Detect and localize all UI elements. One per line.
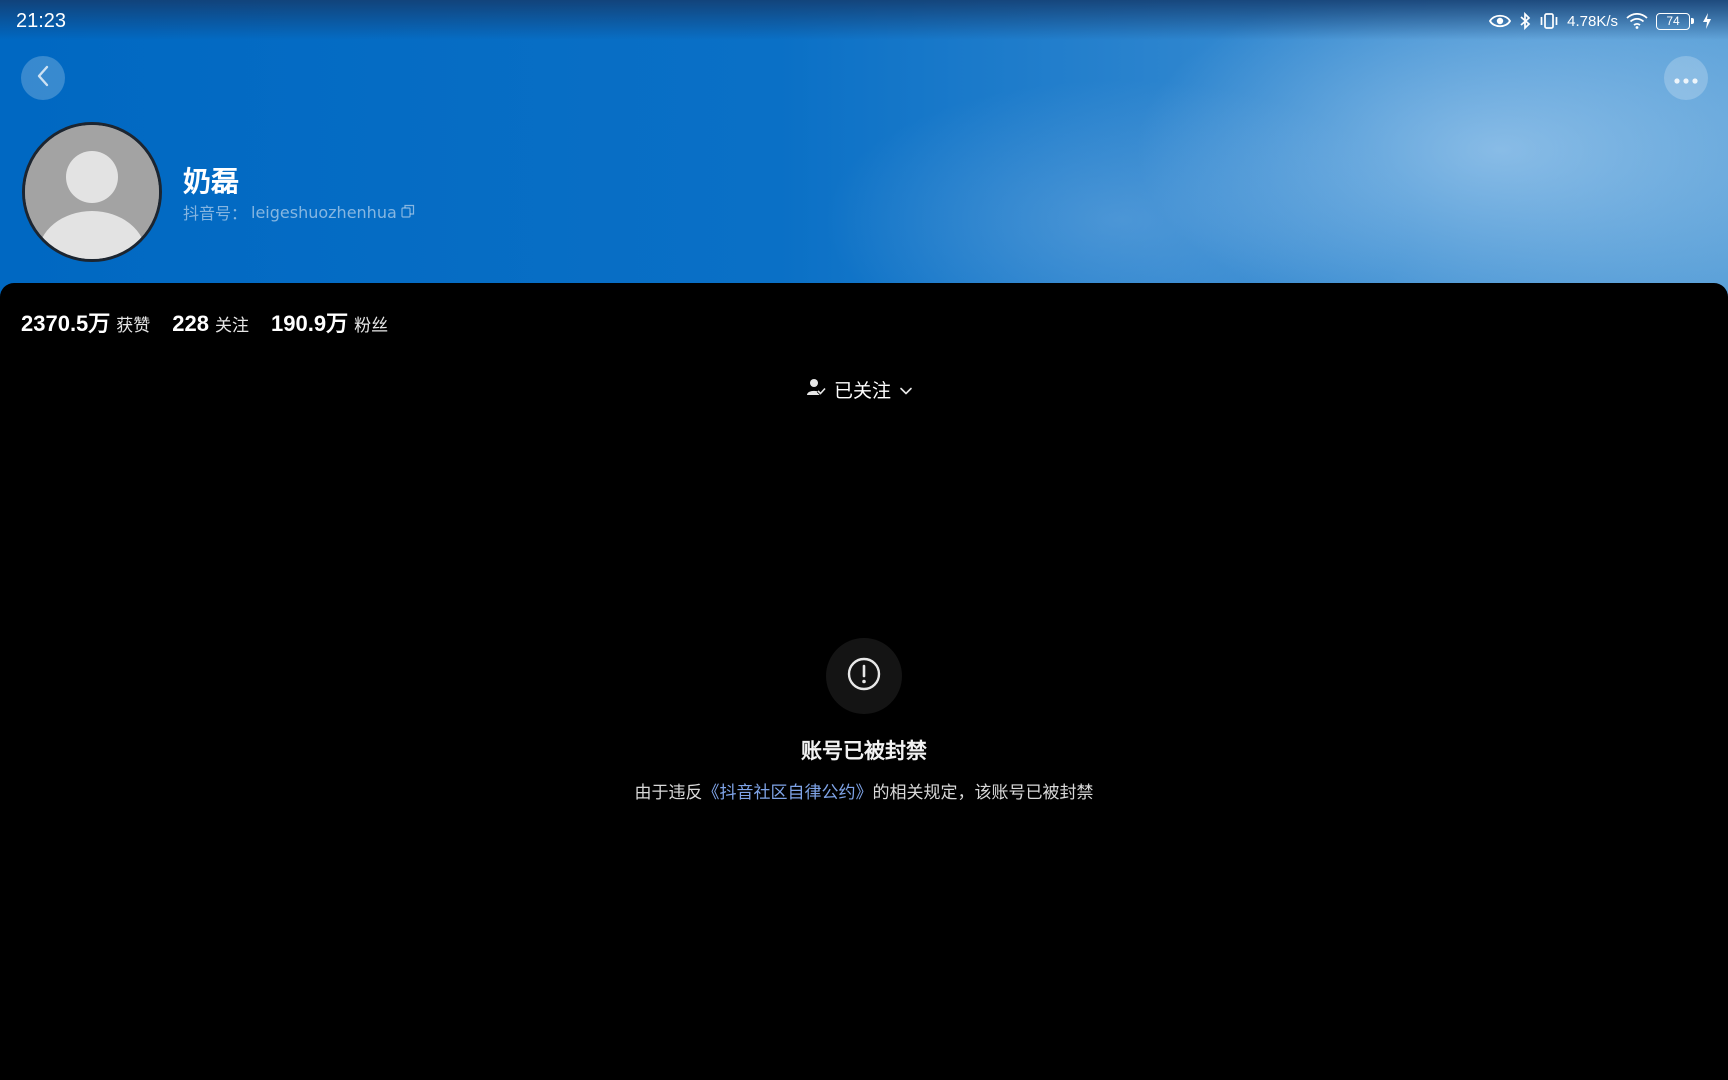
profile-stats: 2370.5万 获赞 228 关注 190.9万 粉丝 — [21, 306, 388, 338]
exclamation-circle-icon — [846, 656, 882, 696]
douyin-id-value: leigeshuozhenhua — [251, 202, 397, 222]
vibrate-icon — [1539, 12, 1559, 30]
user-check-icon — [806, 377, 827, 402]
more-button[interactable] — [1664, 56, 1708, 100]
ban-description: 由于违反《抖音社区自律公约》的相关规定，该账号已被封禁 — [0, 778, 1728, 803]
followed-label: 已关注 — [834, 380, 892, 402]
back-button[interactable] — [21, 56, 65, 100]
ban-title: 账号已被封禁 — [801, 739, 927, 763]
battery-level: 74 — [1666, 13, 1680, 28]
stat-following[interactable]: 228 关注 — [172, 311, 249, 337]
ban-desc-prefix: 由于违反 — [634, 783, 703, 803]
ban-desc-suffix: 的相关规定，该账号已被封禁 — [872, 783, 1094, 803]
stat-following-value: 228 — [172, 311, 210, 336]
stat-followers-value: 190.9万 — [271, 311, 349, 336]
wifi-icon — [1626, 13, 1648, 29]
community-guidelines-link[interactable]: 《抖音社区自律公约》 — [703, 783, 873, 803]
stat-likes-label: 获赞 — [116, 316, 151, 336]
stat-following-label: 关注 — [215, 316, 250, 336]
stat-followers[interactable]: 190.9万 粉丝 — [271, 306, 388, 338]
followed-dropdown-button[interactable]: 已关注 — [806, 376, 913, 403]
copy-icon[interactable] — [401, 203, 415, 222]
stat-likes: 2370.5万 获赞 — [21, 306, 150, 338]
ellipsis-icon — [1674, 69, 1698, 88]
default-avatar-icon — [25, 125, 159, 259]
profile-name: 奶磊 — [183, 165, 240, 198]
network-speed: 4.78K/s — [1567, 12, 1618, 30]
status-time: 21:23 — [16, 9, 67, 32]
stat-likes-value: 2370.5万 — [21, 311, 111, 336]
charging-icon — [1702, 13, 1712, 29]
bluetooth-icon — [1519, 12, 1531, 30]
chevron-down-icon — [899, 379, 913, 401]
douyin-id-label: 抖音号： — [183, 204, 248, 223]
douyin-id[interactable]: 抖音号： leigeshuozhenhua — [183, 200, 415, 224]
profile-header-background — [0, 0, 1728, 300]
status-bar: 21:23 4.78K/s 74 — [0, 0, 1728, 42]
stat-followers-label: 粉丝 — [354, 316, 389, 336]
eye-icon — [1489, 13, 1512, 29]
avatar[interactable] — [22, 122, 162, 262]
battery-icon: 74 — [1656, 12, 1694, 30]
status-icons: 4.78K/s 74 — [1489, 12, 1712, 30]
ban-warning-badge — [826, 638, 902, 714]
chevron-left-icon — [35, 65, 51, 91]
